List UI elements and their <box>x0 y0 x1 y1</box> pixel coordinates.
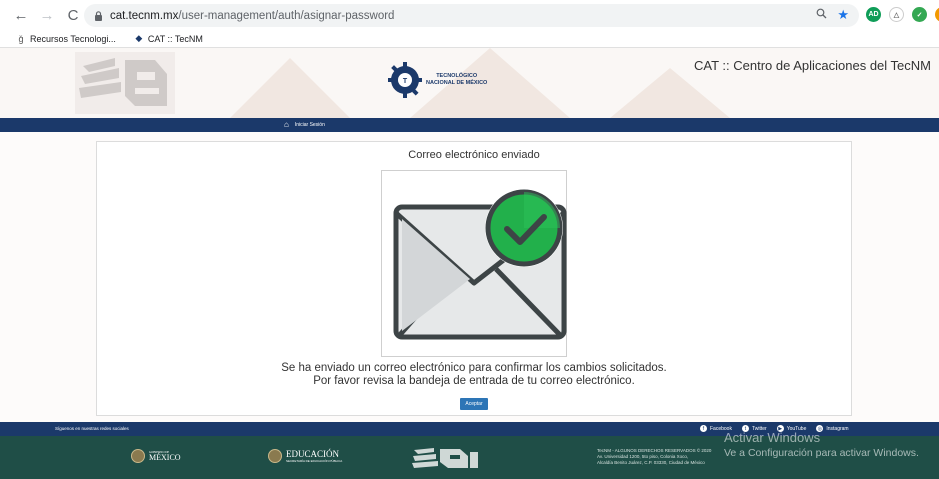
extensions-bar: AD △ ✓ ● <box>866 7 939 22</box>
tecnm-footer-logo[interactable] <box>412 446 478 470</box>
shield-extension-icon[interactable]: ✓ <box>912 7 927 22</box>
tecnm-favicon-icon: ◆ <box>135 33 143 43</box>
site-title: CAT :: Centro de Aplicaciones del TecNM <box>693 58 931 73</box>
mexico-seal-icon <box>131 449 145 463</box>
bookmark-cat[interactable]: ◆ CAT :: TecNM <box>134 33 203 44</box>
social-instagram-link[interactable]: ◎ Instagram <box>816 425 849 432</box>
logo-line1: TECNOLÓGICO <box>436 73 478 79</box>
logo-line2: NACIONAL DE MÉXICO <box>426 80 488 86</box>
educacion-logo[interactable]: EDUCACIÓN SECRETARÍA DE EDUCACIÓN PÚBLIC… <box>268 449 342 463</box>
bookmark-label: Recursos Tecnologi... <box>30 33 116 44</box>
sep-seal-icon <box>268 449 282 463</box>
confirmation-card: Correo electrónico enviado Se ha enviado… <box>96 141 852 416</box>
windows-activation-subtitle: Ve a Configuración para activar Windows. <box>724 447 919 459</box>
tecnm-gear-icon: T <box>388 62 422 98</box>
gob-main-text: MÉXICO <box>149 453 181 462</box>
lock-icon <box>92 10 104 22</box>
bookmarks-bar: ǧ Recursos Tecnologi... ◆ CAT :: TecNM <box>0 30 939 48</box>
url-path: /user-management/auth/asignar-password <box>178 9 395 22</box>
social-label: Instagram <box>826 425 849 432</box>
zoom-icon[interactable] <box>816 8 827 22</box>
nav-login-label: Iniciar Sesión <box>294 121 325 128</box>
envelope-check-icon <box>393 189 567 340</box>
drive-icon[interactable]: △ <box>889 7 904 22</box>
bookmark-label: CAT :: TecNM <box>147 33 203 44</box>
extension-ad-icon[interactable]: AD <box>866 7 881 22</box>
footer-address: TecNM - ALGUNOS DERECHOS RESERVADOS © 20… <box>597 448 711 466</box>
url-host: cat.tecnm.mx <box>110 9 179 22</box>
confirmation-message-line1: Se ha enviado un correo electrónico para… <box>281 362 667 374</box>
back-arrow-icon[interactable]: ← <box>10 4 32 26</box>
windows-activation-title: Activar Windows <box>724 430 821 445</box>
extension-orange-icon[interactable]: ● <box>935 7 939 22</box>
card-title: Correo electrónico enviado <box>408 149 540 161</box>
accept-button[interactable]: Aceptar <box>460 398 488 410</box>
svg-text:T: T <box>403 78 408 85</box>
edu-small-text: SECRETARÍA DE EDUCACIÓN PÚBLICA <box>286 458 343 463</box>
bookmark-recursos[interactable]: ǧ Recursos Tecnologi... <box>16 33 116 44</box>
bookmark-page-icon: ǧ <box>18 33 24 44</box>
tecnm-logo[interactable]: T TECNOLÓGICO NACIONAL DE MÉXICO <box>388 56 487 104</box>
follow-us-text: Síguenos en nuestras redes sociales <box>55 426 129 431</box>
email-sent-illustration <box>381 170 567 357</box>
address-line3: Alcaldía Benito Juárez, C.P. 03330, Ciud… <box>597 460 705 465</box>
site-header: T TECNOLÓGICO NACIONAL DE MÉXICO CAT :: … <box>0 48 939 118</box>
confirmation-message-line2: Por favor revisa la bandeja de entrada d… <box>313 375 635 387</box>
address-bar[interactable]: cat.tecnm.mx/user-management/auth/asigna… <box>84 4 859 27</box>
home-icon: ⌂ <box>284 120 289 129</box>
star-icon[interactable]: ★ <box>837 7 849 23</box>
nav-login-link[interactable]: ⌂ Iniciar Sesión <box>284 120 325 129</box>
facebook-icon: f <box>700 425 707 432</box>
edu-main-text: EDUCACIÓN <box>286 448 339 459</box>
reload-icon[interactable]: C <box>62 4 84 26</box>
mayan-head-decoration <box>75 52 175 114</box>
forward-arrow-icon[interactable]: → <box>36 4 58 26</box>
gobierno-mexico-logo[interactable]: GOBIERNO DE MÉXICO <box>131 449 181 463</box>
main-navbar: ⌂ Iniciar Sesión <box>0 118 939 132</box>
